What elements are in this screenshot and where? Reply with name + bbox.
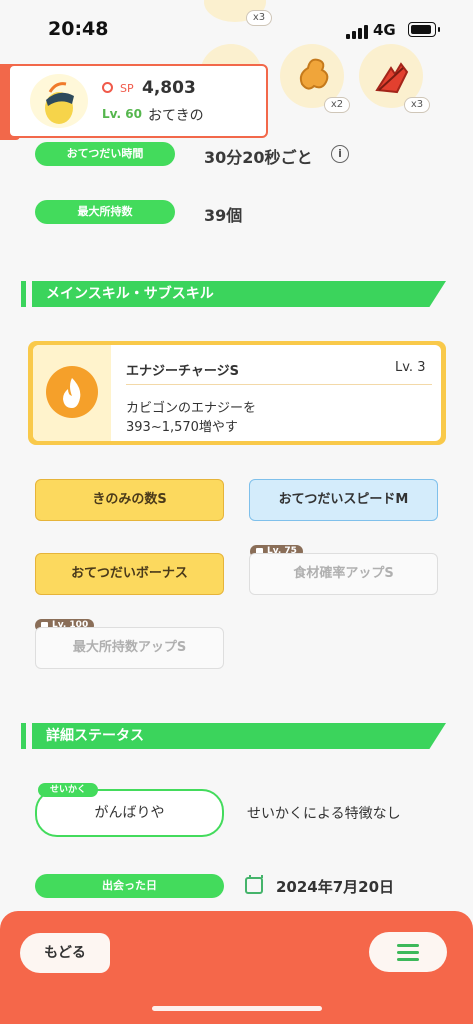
berry-count-badge: x2 [324, 97, 350, 113]
menu-icon [397, 944, 419, 947]
pokemon-nickname: おてきの [148, 108, 204, 124]
pokemon-level: Lv. 60 [102, 107, 142, 121]
menu-button[interactable] [369, 932, 447, 972]
status-time: 20:48 [48, 18, 109, 40]
info-icon[interactable]: i [331, 145, 349, 163]
help-time-label: おてつだい時間 [35, 142, 175, 166]
sp-icon [102, 82, 113, 93]
nature-tag: せいかく [38, 783, 98, 797]
home-indicator[interactable] [152, 1006, 322, 1011]
section-title-details: 詳細ステータス [32, 723, 446, 749]
network-type: 4G [373, 21, 396, 39]
sub-skill-helping-bonus[interactable]: おてつだいボーナス [35, 553, 224, 595]
sub-skill-ingredient-finder[interactable]: 食材確率アップS [249, 553, 438, 595]
section-marker [21, 281, 26, 307]
strength-points: 4,803 [142, 78, 196, 98]
max-carry-value: 39個 [204, 206, 243, 225]
divider [126, 384, 432, 385]
pokemon-avatar [30, 74, 88, 128]
main-skill-level: Lv. 3 [395, 360, 426, 375]
sp-label: SP [120, 82, 134, 95]
main-skill-name: エナジーチャージS [126, 364, 239, 379]
help-time-value: 30分20秒ごと [204, 148, 313, 167]
back-button[interactable]: もどる [20, 933, 110, 973]
sub-skill-inventory-up[interactable]: 最大所持数アップS [35, 627, 224, 669]
section-title-skills: メインスキル・サブスキル [32, 281, 446, 307]
signal-icon [346, 25, 368, 39]
sub-skill-berry-finding[interactable]: きのみの数S [35, 479, 224, 521]
met-date-value: 2024年7月20日 [276, 878, 395, 896]
fire-icon [46, 366, 98, 418]
section-marker [21, 723, 26, 749]
calendar-icon [245, 875, 263, 894]
met-date-label: 出会った日 [35, 874, 224, 898]
max-carry-label: 最大所持数 [35, 200, 175, 224]
berry-count-badge: x3 [404, 97, 430, 113]
battery-icon [408, 22, 440, 37]
berry-count-badge: x3 [246, 10, 272, 26]
main-skill-desc-line1: カビゴンのエナジーを [126, 401, 257, 416]
sub-skill-helping-speed[interactable]: おてつだいスピードM [249, 479, 438, 521]
main-skill-desc-line2: 393~1,570増やす [126, 420, 238, 435]
nature-description: せいかくによる特徴なし [247, 806, 401, 822]
